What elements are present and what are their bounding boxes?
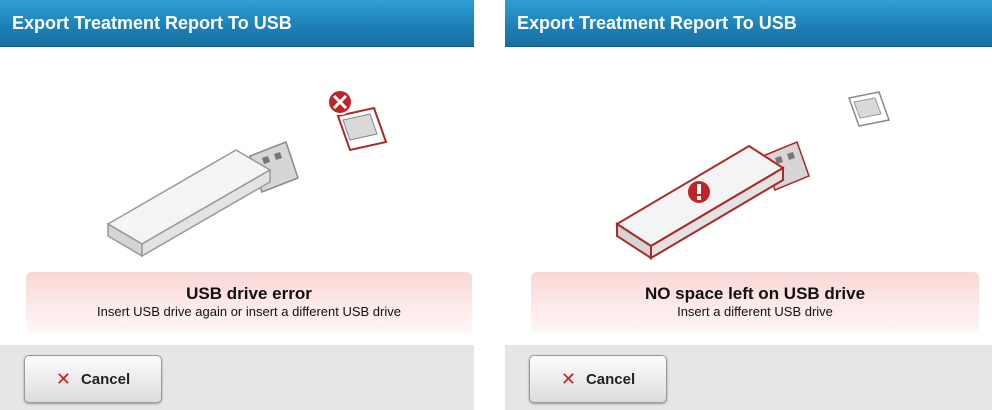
cancel-label: Cancel (80, 370, 131, 388)
usb-port-icon (336, 106, 388, 152)
message-title: USB drive error (186, 284, 312, 303)
cancel-label: Cancel (585, 370, 636, 388)
usb-error-dialog: Export Treatment Report To USB USB drive… (0, 0, 474, 410)
error-message-box: USB drive error Insert USB drive again o… (26, 272, 472, 332)
usb-drive-icon (615, 141, 810, 260)
usb-illustration (106, 89, 388, 258)
exclamation-icon (688, 181, 710, 203)
message-title: NO space left on USB drive (644, 284, 866, 303)
dialog-footer: ✕ Cancel (505, 345, 992, 410)
cancel-button[interactable]: ✕ Cancel (529, 355, 667, 403)
close-icon: ✕ (55, 368, 71, 389)
dialog-footer: ✕ Cancel (0, 345, 474, 410)
message-subtitle: Insert a different USB drive (677, 304, 833, 319)
dialog-title: Export Treatment Report To USB (0, 0, 474, 47)
error-message-box: NO space left on USB drive Insert a diff… (531, 272, 979, 332)
close-icon: ✕ (560, 368, 576, 389)
usb-no-space-dialog: Export Treatment Report To USB NO space … (505, 0, 992, 410)
cancel-button[interactable]: ✕ Cancel (24, 355, 162, 403)
usb-port-icon (848, 91, 890, 127)
message-subtitle: Insert USB drive again or insert a diffe… (97, 304, 401, 319)
usb-drive-icon (106, 141, 299, 258)
dialog-title: Export Treatment Report To USB (505, 0, 992, 47)
error-x-icon (327, 89, 353, 115)
usb-illustration (615, 91, 890, 260)
